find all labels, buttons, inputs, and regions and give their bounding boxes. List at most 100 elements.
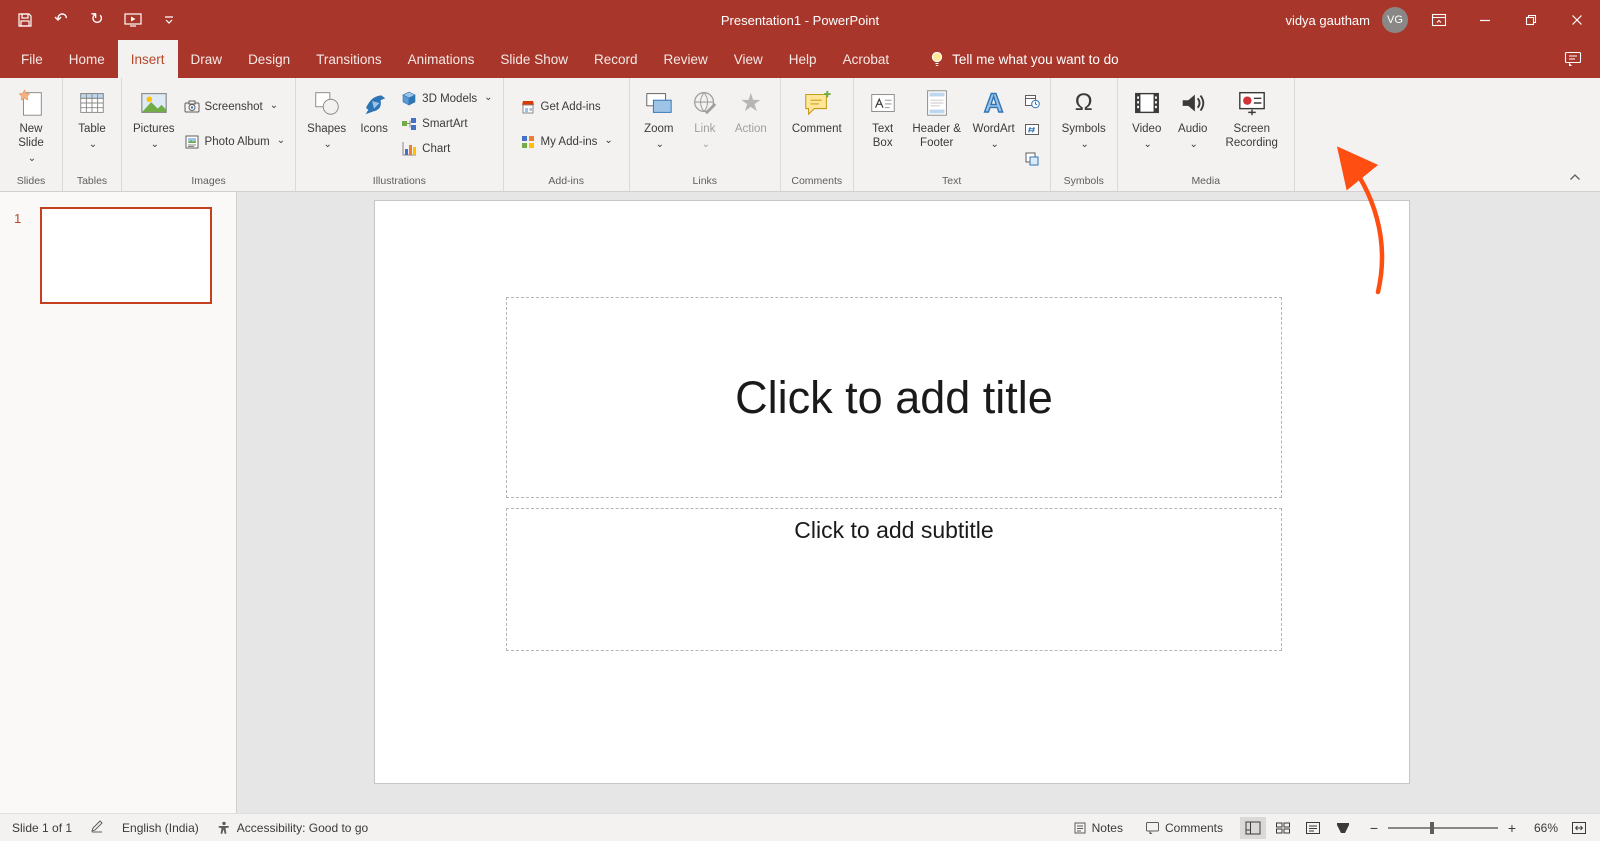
- photo-album-button[interactable]: Photo Album: [180, 133, 290, 151]
- dropdown-caret-icon: [654, 136, 664, 146]
- tab-help[interactable]: Help: [776, 40, 830, 78]
- tab-transitions[interactable]: Transitions: [303, 40, 395, 78]
- notes-button[interactable]: Notes: [1068, 819, 1128, 837]
- 3d-models-button[interactable]: 3D Models: [397, 90, 496, 108]
- wordart-label: WordArt: [972, 123, 1015, 135]
- language-indicator[interactable]: English (India): [122, 821, 199, 835]
- comments-button[interactable]: Comments: [1140, 819, 1228, 837]
- normal-view-button[interactable]: [1240, 816, 1266, 839]
- slide-sorter-view-button[interactable]: [1270, 817, 1296, 839]
- smartart-button[interactable]: SmartArt: [397, 115, 496, 133]
- link-button[interactable]: Link: [682, 82, 728, 168]
- 3d-models-label: 3D Models: [422, 93, 478, 105]
- table-icon: [77, 86, 107, 120]
- chart-button[interactable]: Chart: [397, 140, 496, 158]
- icons-icon: [359, 86, 389, 120]
- subtitle-placeholder[interactable]: Click to add subtitle: [506, 508, 1282, 651]
- pictures-button[interactable]: Pictures: [128, 82, 180, 168]
- action-button[interactable]: ★ Action: [728, 82, 774, 168]
- object-button[interactable]: [1020, 148, 1044, 170]
- pen-button[interactable]: [90, 819, 104, 836]
- zoom-slider[interactable]: [1388, 821, 1498, 834]
- tab-acrobat[interactable]: Acrobat: [830, 40, 903, 78]
- get-add-ins-label: Get Add-ins: [540, 101, 601, 113]
- dropdown-caret-icon: [1079, 136, 1089, 146]
- video-button[interactable]: Video: [1124, 82, 1170, 168]
- redo-button[interactable]: ↻: [86, 9, 108, 31]
- user-avatar[interactable]: VG: [1382, 7, 1408, 33]
- table-button[interactable]: Table: [69, 82, 115, 168]
- text-box-icon: [868, 86, 898, 120]
- save-icon: [18, 13, 32, 27]
- ribbon-display-options-button[interactable]: [1424, 0, 1454, 40]
- my-add-ins-label: My Add-ins: [540, 136, 598, 148]
- comment-button[interactable]: Comment: [787, 82, 847, 168]
- zoom-slider-handle[interactable]: [1429, 821, 1434, 834]
- action-icon: ★: [739, 88, 763, 117]
- screenshot-button[interactable]: Screenshot: [180, 98, 290, 116]
- slide-number-button[interactable]: [1020, 119, 1044, 141]
- minimize-button[interactable]: [1462, 0, 1508, 40]
- ribbon-group-illustrations: Shapes Icons 3D Models: [296, 78, 504, 191]
- close-button[interactable]: [1554, 0, 1600, 40]
- slide-sorter-icon: [1276, 822, 1290, 833]
- symbols-button[interactable]: Ω Symbols: [1057, 82, 1111, 168]
- audio-icon: [1178, 86, 1208, 120]
- shapes-button[interactable]: Shapes: [302, 82, 351, 168]
- date-time-button[interactable]: [1020, 90, 1044, 112]
- reading-view-button[interactable]: [1300, 817, 1326, 839]
- fit-slide-to-window-button[interactable]: [1566, 817, 1592, 839]
- screen-recording-button[interactable]: Screen Recording: [1216, 82, 1288, 168]
- undo-button[interactable]: ↶: [50, 9, 72, 31]
- tab-animations[interactable]: Animations: [395, 40, 488, 78]
- header-footer-icon: [922, 86, 952, 120]
- tab-file[interactable]: File: [8, 40, 56, 78]
- tab-slide-show[interactable]: Slide Show: [487, 40, 581, 78]
- ribbon-group-add-ins: Get Add-ins My Add-ins Add-ins: [504, 78, 630, 191]
- titlebar: ↶ ↻ Presentation1 - PowerPoint vidya gau…: [0, 0, 1600, 40]
- tab-home[interactable]: Home: [56, 40, 118, 78]
- start-from-beginning-button[interactable]: [122, 9, 144, 31]
- get-add-ins-button[interactable]: Get Add-ins: [516, 98, 617, 116]
- header-footer-button[interactable]: Header & Footer: [906, 82, 968, 168]
- dropdown-caret-icon: [482, 93, 492, 105]
- feedback-button[interactable]: [1564, 40, 1582, 78]
- slide-show-view-button[interactable]: [1330, 817, 1356, 839]
- insert-zoom-icon: [644, 86, 674, 120]
- tab-insert[interactable]: Insert: [117, 40, 178, 78]
- tab-design[interactable]: Design: [235, 40, 303, 78]
- zoom-level[interactable]: 66%: [1526, 821, 1558, 835]
- customize-quick-access-toolbar-button[interactable]: [158, 9, 180, 31]
- text-box-button[interactable]: Text Box: [860, 82, 906, 168]
- dropdown-caret-icon: [1142, 136, 1152, 146]
- ribbon-group-images: Pictures Screenshot Photo Album: [122, 78, 297, 191]
- slide-thumbnail[interactable]: [40, 207, 212, 304]
- collapse-ribbon-button[interactable]: [1564, 168, 1586, 186]
- dropdown-caret-icon: [149, 136, 159, 146]
- group-label-comments: Comments: [791, 175, 843, 187]
- pictures-label: Pictures: [133, 123, 175, 135]
- ribbon: New Slide Slides Table Tables: [0, 78, 1600, 192]
- save-button[interactable]: [14, 9, 36, 31]
- screenshot-label: Screenshot: [204, 101, 263, 113]
- tell-me-button[interactable]: Tell me what you want to do: [930, 40, 1119, 78]
- video-icon: [1132, 86, 1162, 120]
- slide[interactable]: Click to add title Click to add subtitle: [374, 200, 1410, 784]
- wordart-button[interactable]: A WordArt: [968, 82, 1020, 168]
- restore-button[interactable]: [1508, 0, 1554, 40]
- tab-draw[interactable]: Draw: [178, 40, 236, 78]
- audio-button[interactable]: Audio: [1170, 82, 1216, 168]
- title-placeholder[interactable]: Click to add title: [506, 297, 1282, 498]
- tab-review[interactable]: Review: [651, 40, 721, 78]
- zoom-button[interactable]: Zoom: [636, 82, 682, 168]
- zoom-in-button[interactable]: +: [1506, 820, 1518, 836]
- normal-view-icon: [1245, 821, 1261, 834]
- my-add-ins-button[interactable]: My Add-ins: [516, 133, 617, 151]
- notes-icon: [1074, 822, 1086, 833]
- tab-record[interactable]: Record: [581, 40, 651, 78]
- zoom-out-button[interactable]: −: [1368, 820, 1380, 836]
- tab-view[interactable]: View: [721, 40, 776, 78]
- accessibility-button[interactable]: Accessibility: Good to go: [217, 821, 368, 835]
- new-slide-button[interactable]: New Slide: [6, 82, 56, 168]
- icons-button[interactable]: Icons: [351, 82, 397, 168]
